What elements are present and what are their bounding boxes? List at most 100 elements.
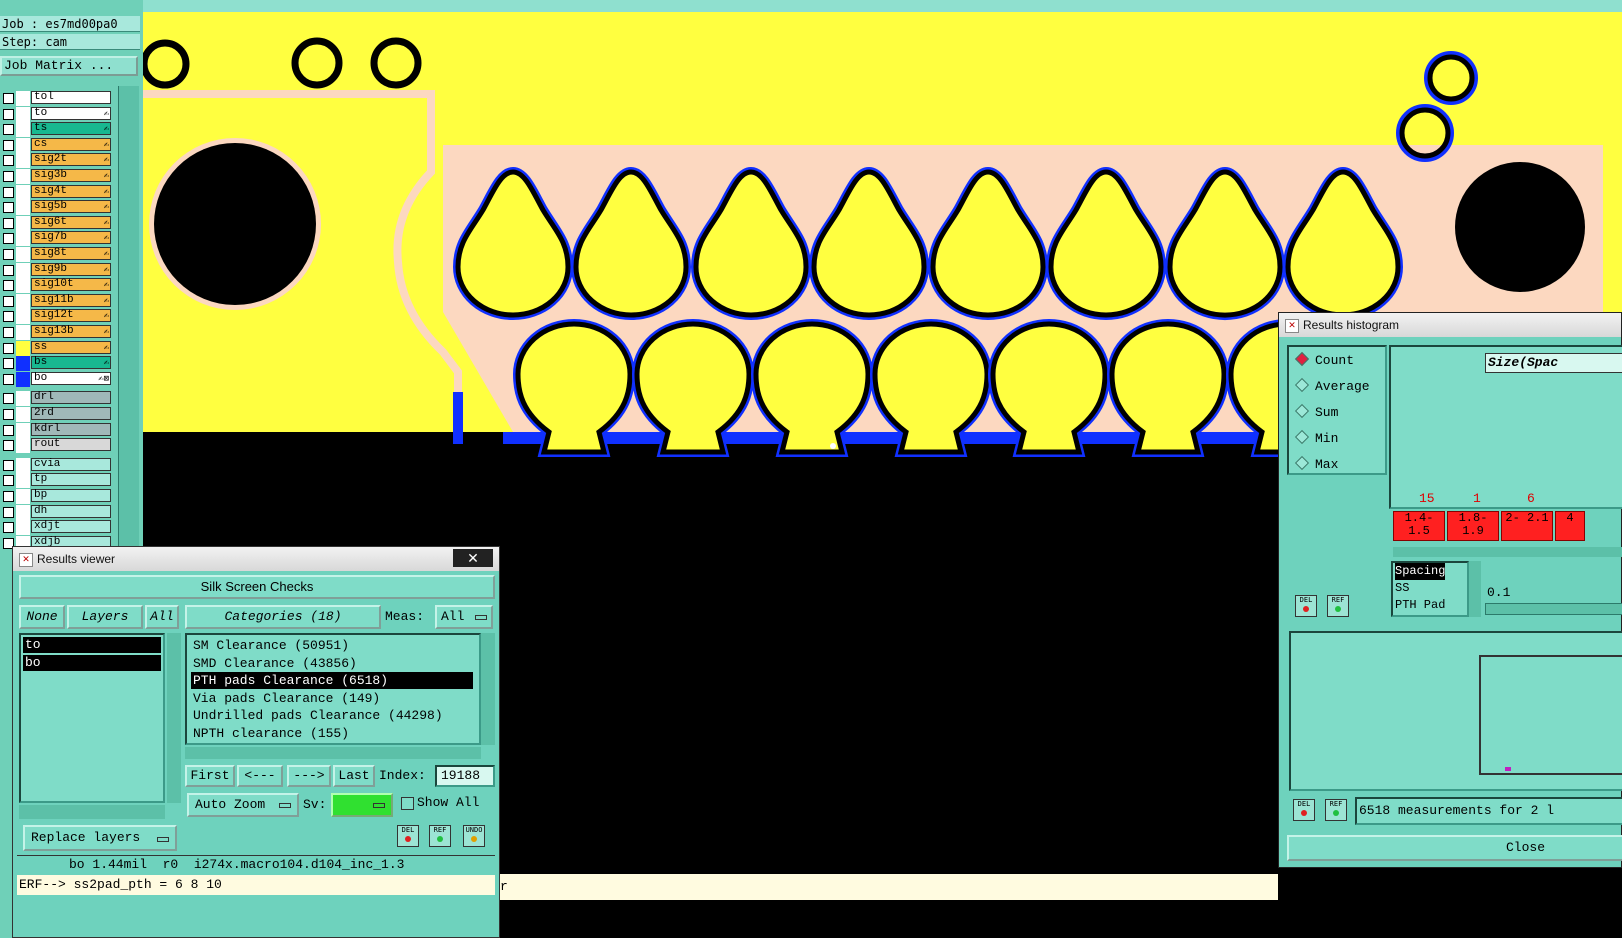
layer-row-bp[interactable]: bp bbox=[0, 489, 113, 504]
ref-button-2[interactable]: REF bbox=[1325, 799, 1347, 821]
layer-name[interactable]: rout bbox=[31, 438, 111, 452]
histogram-titlebar[interactable]: ✕ Results histogram bbox=[1279, 313, 1621, 337]
histogram-bar[interactable]: 1.8- 1.9 bbox=[1447, 511, 1499, 541]
layer-color-swatch[interactable] bbox=[16, 278, 30, 294]
mode-radio-sum[interactable]: Sum bbox=[1294, 403, 1338, 423]
layer-name[interactable]: ss bbox=[31, 340, 111, 354]
histogram-bar[interactable]: 4 bbox=[1555, 511, 1585, 541]
layer-name[interactable]: drl bbox=[31, 391, 111, 405]
none-button[interactable]: None bbox=[19, 605, 65, 629]
layer-color-swatch[interactable] bbox=[16, 247, 30, 262]
layer-row-bo[interactable]: bo ✍⊠ bbox=[0, 371, 113, 387]
layer-name[interactable]: sig7b bbox=[31, 231, 111, 245]
layer-row-sig5b[interactable]: sig5b ✍ bbox=[0, 200, 113, 216]
layer-name[interactable]: ts bbox=[31, 122, 111, 136]
layer-row-sig11b[interactable]: sig11b ✍ bbox=[0, 293, 113, 309]
del-button-2[interactable]: DEL bbox=[1293, 799, 1315, 821]
histogram-hscroll[interactable] bbox=[1393, 547, 1622, 557]
layer-color-swatch[interactable] bbox=[16, 371, 30, 387]
layer-name[interactable]: sig4t bbox=[31, 184, 111, 198]
layer-list-hscroll[interactable] bbox=[19, 805, 165, 819]
layer-checkbox[interactable] bbox=[3, 171, 14, 182]
replace-layers-dropdown[interactable]: Replace layers bbox=[23, 825, 177, 851]
category-item[interactable]: PTH pads Clearance (6518) bbox=[191, 672, 473, 689]
category-hscroll[interactable] bbox=[185, 747, 481, 759]
layer-name[interactable]: sig8t bbox=[31, 247, 111, 260]
layer-name[interactable]: tp bbox=[31, 473, 111, 487]
layer-checkbox[interactable] bbox=[3, 124, 14, 136]
layer-name[interactable]: sig5b bbox=[31, 200, 111, 214]
layer-row-dh[interactable]: dh bbox=[0, 504, 113, 520]
layer-color-swatch[interactable] bbox=[16, 489, 30, 504]
mode-radio-average[interactable]: Average bbox=[1294, 377, 1370, 397]
close-button[interactable]: Close bbox=[1287, 835, 1622, 861]
layer-row-sig12t[interactable]: sig12t ✍ bbox=[0, 309, 113, 325]
layer-row-sig13b[interactable]: sig13b ✍ bbox=[0, 325, 113, 340]
layer-color-swatch[interactable] bbox=[16, 200, 30, 216]
layer-row-to[interactable]: to ✍ bbox=[0, 106, 113, 122]
layer-name[interactable]: bs bbox=[31, 356, 111, 370]
type-list-vscroll[interactable] bbox=[1469, 561, 1481, 617]
layer-color-swatch[interactable] bbox=[16, 391, 30, 407]
histogram-bar[interactable]: 1.4- 1.5 bbox=[1393, 511, 1445, 541]
next-button[interactable]: ---> bbox=[287, 765, 331, 787]
layer-color-swatch[interactable] bbox=[16, 438, 30, 454]
layer-name[interactable]: sig12t bbox=[31, 309, 111, 323]
mode-radio-count[interactable]: Count bbox=[1294, 351, 1354, 371]
layer-row-sig2t[interactable]: sig2t ✍ bbox=[0, 153, 113, 169]
categories-button[interactable]: Categories (18) bbox=[185, 605, 381, 629]
layer-checkbox[interactable] bbox=[3, 264, 14, 276]
layer-checkbox[interactable] bbox=[3, 327, 14, 338]
category-item[interactable]: NPTH clearance (155) bbox=[191, 725, 473, 742]
layer-checkbox[interactable] bbox=[3, 311, 14, 323]
layer-checkbox[interactable] bbox=[3, 522, 14, 534]
layer-name[interactable]: dh bbox=[31, 504, 111, 518]
layer-color-swatch[interactable] bbox=[16, 473, 30, 489]
layer-color-swatch[interactable] bbox=[16, 293, 30, 309]
layer-checkbox[interactable] bbox=[3, 295, 14, 307]
job-matrix-button[interactable]: Job Matrix ... bbox=[0, 56, 138, 76]
layer-name[interactable]: sig13b bbox=[31, 325, 111, 338]
results-viewer-titlebar[interactable]: ✕ Results viewer ✕ bbox=[13, 547, 499, 571]
layer-name[interactable]: cs bbox=[31, 137, 111, 151]
layer-color-swatch[interactable] bbox=[16, 520, 30, 536]
prev-button[interactable]: <--- bbox=[237, 765, 283, 787]
layer-checkbox[interactable] bbox=[3, 358, 14, 370]
layer-result-item[interactable]: to bbox=[23, 637, 161, 653]
sv-color-dropdown[interactable] bbox=[331, 793, 393, 817]
layer-color-swatch[interactable] bbox=[16, 91, 30, 106]
undo-button[interactable]: UNDO bbox=[463, 825, 485, 847]
layer-checkbox[interactable] bbox=[3, 186, 14, 198]
layer-row-sig3b[interactable]: sig3b ✍ bbox=[0, 169, 113, 184]
layer-result-item[interactable]: bo bbox=[23, 655, 161, 671]
layer-color-swatch[interactable] bbox=[16, 356, 30, 372]
layer-color-swatch[interactable] bbox=[16, 262, 30, 278]
layer-checkbox[interactable] bbox=[3, 440, 14, 452]
first-button[interactable]: First bbox=[185, 765, 235, 787]
layer-list-vscroll[interactable] bbox=[167, 633, 181, 803]
layer-row-cvia[interactable]: cvia bbox=[0, 457, 113, 473]
layer-color-swatch[interactable] bbox=[16, 422, 30, 438]
threshold-slider[interactable] bbox=[1485, 603, 1622, 615]
layer-color-swatch[interactable] bbox=[16, 122, 30, 138]
category-item[interactable]: Via pads Clearance (149) bbox=[191, 690, 473, 707]
layer-color-swatch[interactable] bbox=[16, 106, 30, 122]
layer-name[interactable]: sig9b bbox=[31, 262, 111, 276]
layer-name[interactable]: sig10t bbox=[31, 278, 111, 292]
layer-row-ss[interactable]: ss ✍ bbox=[0, 340, 113, 356]
layer-color-swatch[interactable] bbox=[16, 137, 30, 153]
layer-row-drl[interactable]: drl bbox=[0, 391, 113, 407]
layer-checkbox[interactable] bbox=[3, 155, 14, 167]
layer-name[interactable]: tol bbox=[31, 91, 111, 104]
layer-row-kdrl[interactable]: kdrl bbox=[0, 422, 113, 438]
measure-type-list[interactable]: Spacing SS PTH Pad bbox=[1391, 561, 1469, 617]
category-item[interactable]: SMD Clearance (43856) bbox=[191, 655, 473, 672]
layer-row-xdjt[interactable]: xdjt bbox=[0, 520, 113, 536]
layer-name[interactable]: sig6t bbox=[31, 215, 111, 229]
measure-type-item[interactable]: SS bbox=[1395, 580, 1467, 597]
layer-result-list[interactable]: to bo bbox=[19, 633, 165, 803]
histogram-bar[interactable]: 2- 2.1 bbox=[1501, 511, 1553, 541]
layer-name[interactable]: kdrl bbox=[31, 422, 111, 436]
layer-checkbox[interactable] bbox=[3, 409, 14, 420]
layer-row-sig10t[interactable]: sig10t ✍ bbox=[0, 278, 113, 294]
